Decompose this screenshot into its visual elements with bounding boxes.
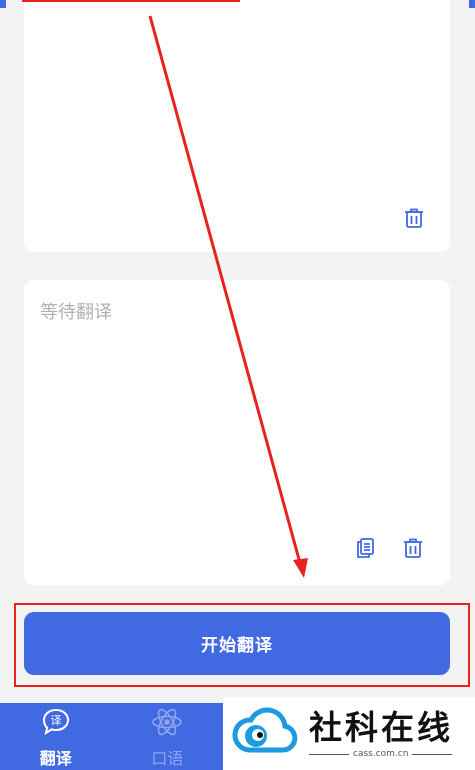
cloud-logo-icon (229, 704, 301, 764)
start-translate-button[interactable]: 开始翻译 (24, 612, 450, 675)
watermark-domain-row: cass.com.cn (309, 749, 453, 759)
watermark-title: 社科在线 (309, 708, 453, 747)
header-edge (0, 0, 6, 8)
nav-label-translate: 翻译 (39, 749, 72, 768)
divider (412, 753, 453, 755)
divider (309, 753, 349, 755)
result-placeholder: 等待翻译 (40, 302, 112, 323)
translate-bubble-icon: 译 (39, 707, 73, 741)
trash-icon[interactable] (401, 536, 425, 560)
source-text-card[interactable] (24, 0, 450, 252)
nav-label-oral: 口语 (151, 749, 184, 768)
nav-item-oral[interactable]: 口语 (112, 703, 224, 770)
trash-icon[interactable] (402, 206, 426, 230)
atom-icon (150, 707, 184, 741)
copy-icon[interactable] (353, 536, 377, 560)
nav-item-translate[interactable]: 译 翻译 (0, 703, 112, 770)
header-edge (469, 0, 475, 8)
bottom-nav: 译 翻译 口语 (0, 703, 223, 770)
translation-result-card[interactable]: 等待翻译 (24, 280, 450, 585)
svg-text:译: 译 (50, 714, 61, 727)
watermark: 社科在线 cass.com.cn (223, 697, 475, 770)
watermark-domain: cass.com.cn (353, 749, 409, 759)
